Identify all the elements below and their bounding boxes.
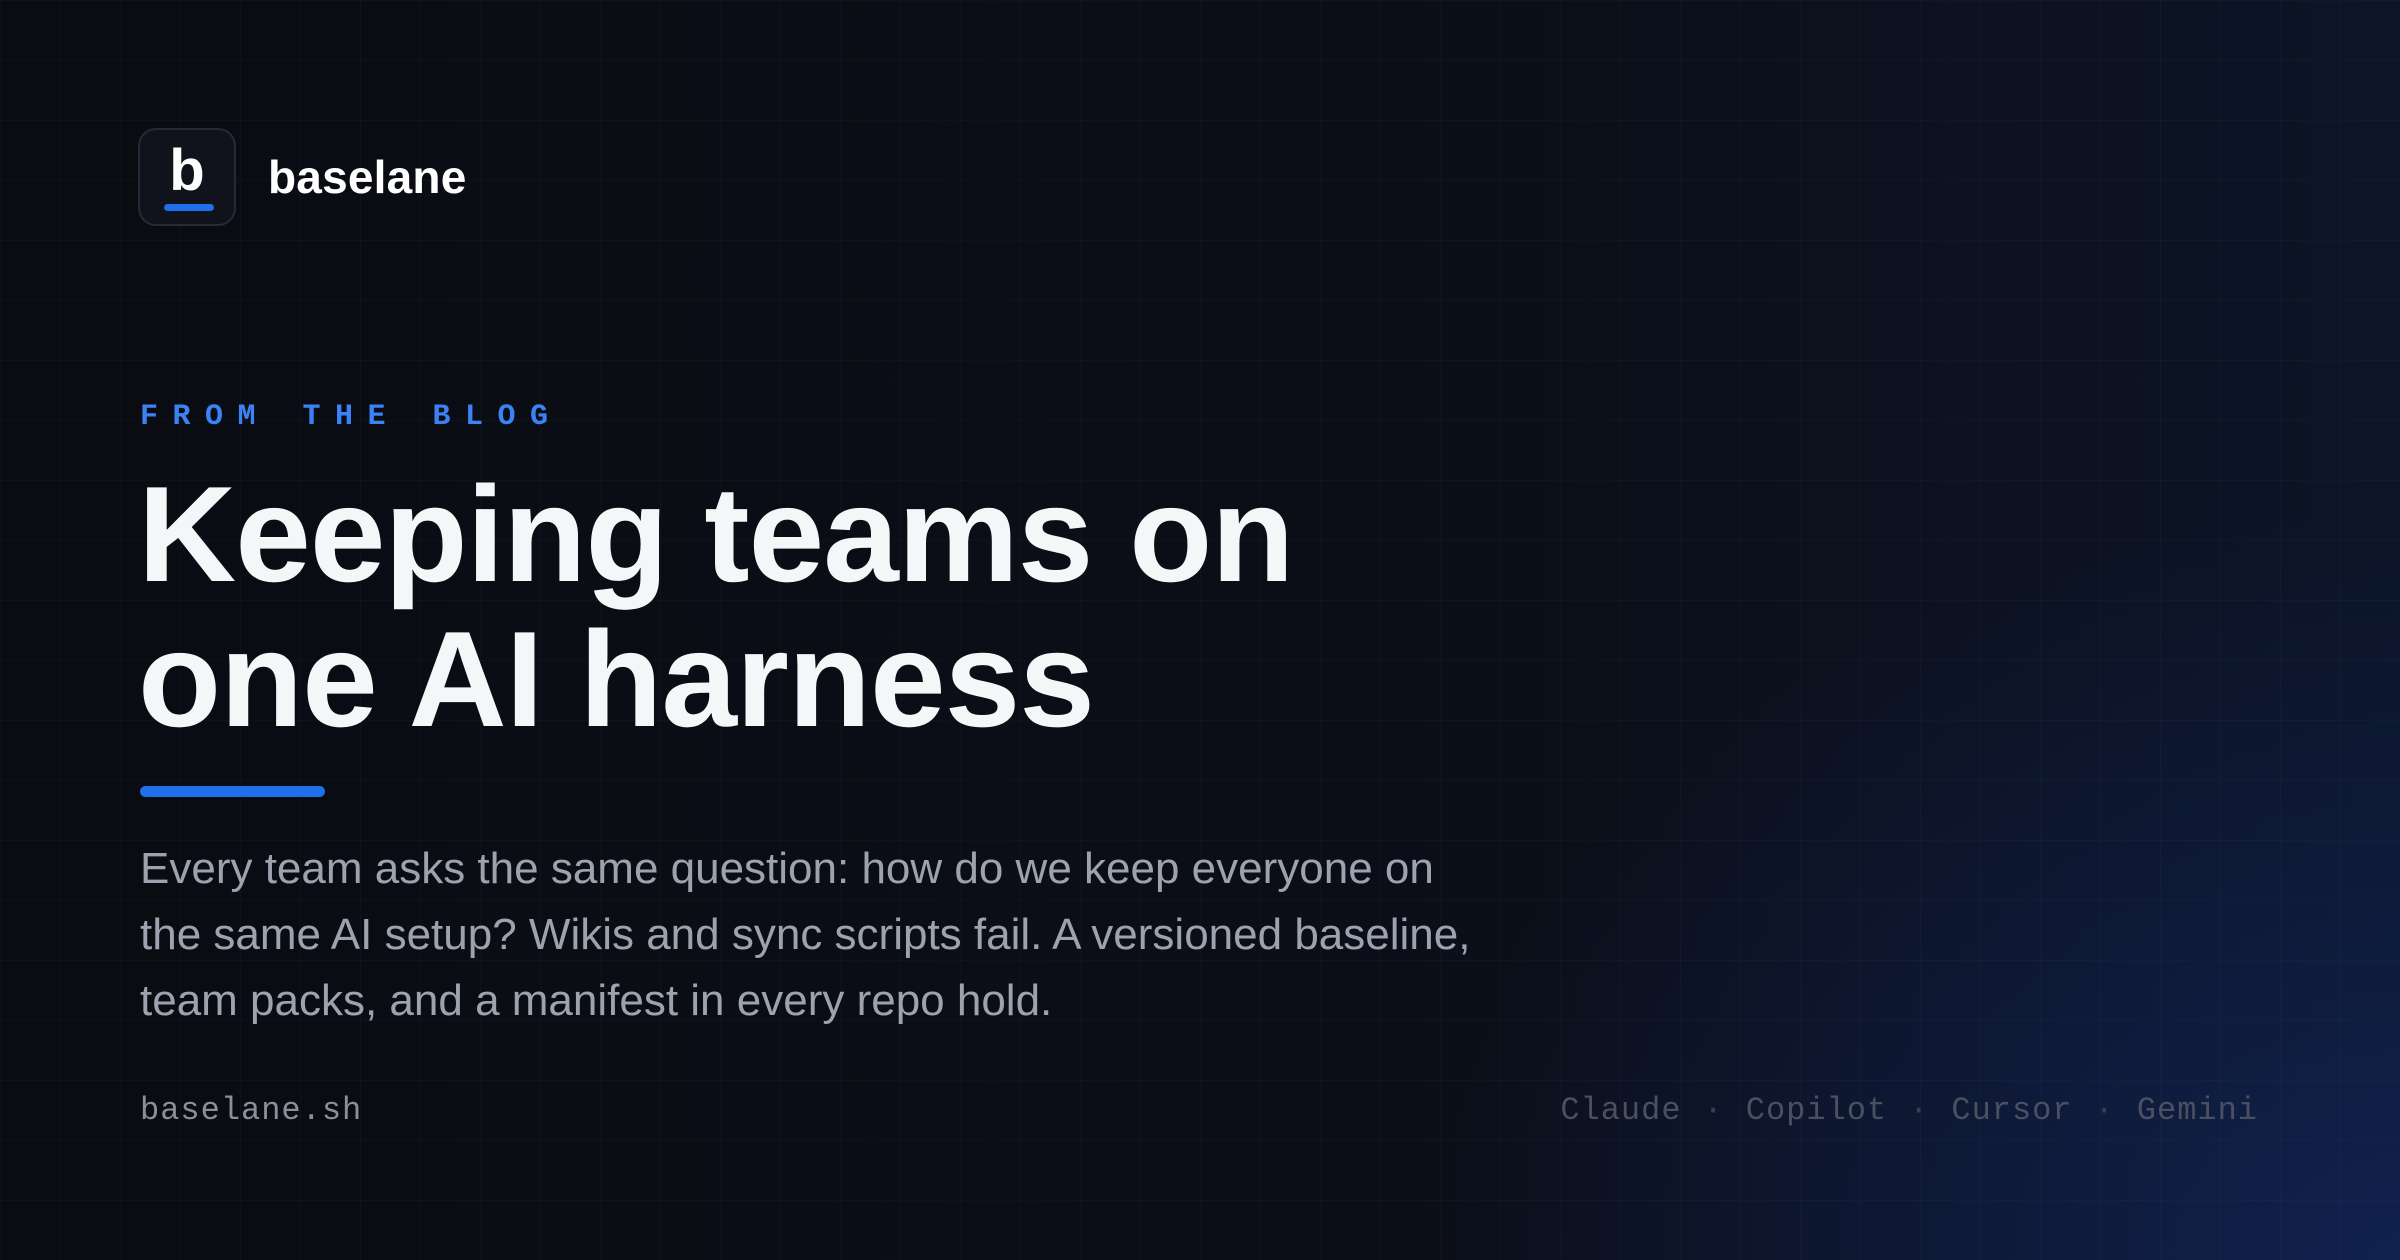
tool-list: Claude · Copilot · Cursor · Gemini	[1560, 1092, 2258, 1129]
site-url: baselane.sh	[140, 1092, 363, 1129]
tool-separator: ·	[1909, 1092, 1930, 1129]
summary-text: Every team asks the same question: how d…	[140, 844, 1471, 1025]
brand: b baselane	[138, 128, 467, 226]
logo-letter: b	[169, 138, 205, 203]
title-line-1: Keeping teams on	[138, 458, 1294, 610]
tool-separator: ·	[2094, 1092, 2115, 1129]
tool-copilot: Copilot	[1745, 1092, 1888, 1129]
logo-underline	[164, 204, 214, 211]
accent-bar	[140, 786, 325, 797]
brand-name: baselane	[268, 151, 467, 203]
tool-claude: Claude	[1560, 1092, 1682, 1129]
page-title: Keeping teams on one AI harness	[138, 458, 1294, 755]
tool-gemini: Gemini	[2136, 1092, 2258, 1129]
tool-separator: ·	[1703, 1092, 1724, 1129]
blog-card: b baselane FROM THE BLOG Keeping teams o…	[0, 0, 2400, 1260]
eyebrow-label: FROM THE BLOG	[140, 400, 563, 434]
tool-cursor: Cursor	[1951, 1092, 2073, 1129]
title-line-2: one AI harness	[138, 603, 1095, 755]
logo: b	[138, 128, 236, 226]
